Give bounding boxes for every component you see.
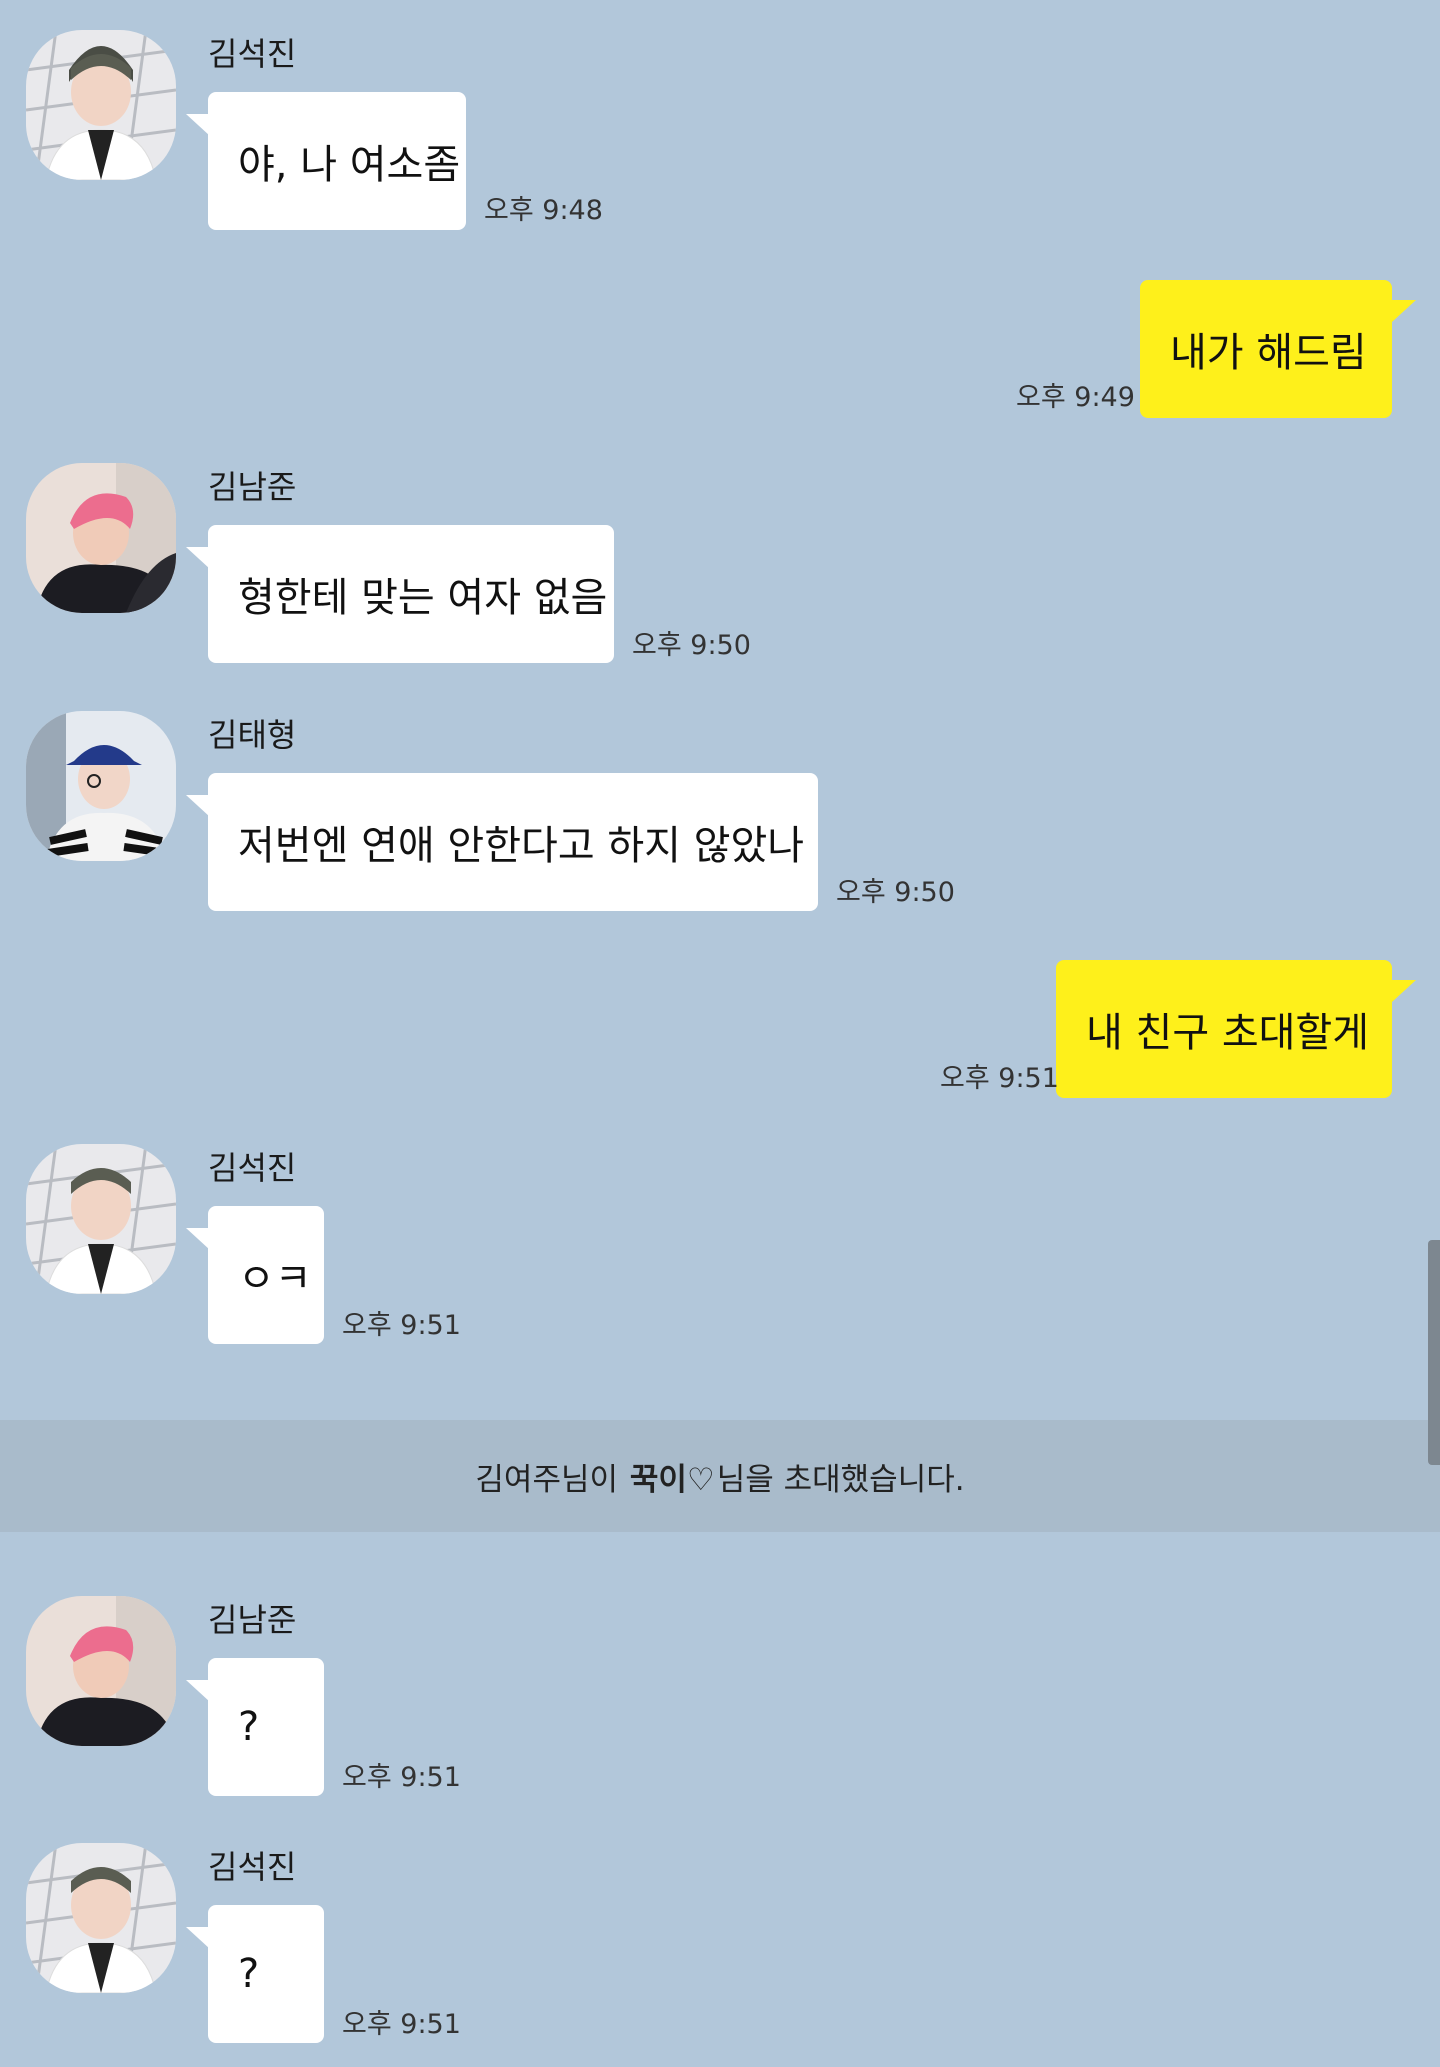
bubble-tail bbox=[186, 1927, 210, 1949]
bubble-tail bbox=[186, 114, 210, 136]
bubble-tail bbox=[186, 795, 210, 817]
sender-name: 김남준 bbox=[208, 1601, 297, 1639]
message-time: 오후 9:50 bbox=[836, 877, 955, 908]
message-time: 오후 9:51 bbox=[342, 2009, 461, 2040]
message-bubble[interactable]: ? bbox=[208, 1658, 324, 1796]
message-bubble[interactable]: 형한테 맞는 여자 없음 bbox=[208, 525, 614, 663]
bubble-tail bbox=[186, 1228, 210, 1250]
sender-name: 김석진 bbox=[208, 35, 297, 73]
message-bubble[interactable]: 내가 해드림 bbox=[1140, 280, 1392, 418]
scrollbar[interactable] bbox=[1428, 1240, 1440, 1465]
avatar-namjoon[interactable] bbox=[26, 463, 176, 613]
sender-name: 김남준 bbox=[208, 468, 297, 506]
system-invite-notice: 김여주님이 꾹이♡ 님을 초대했습니다. bbox=[0, 1420, 1440, 1532]
notice-inviter: 김여주님이 bbox=[475, 1461, 619, 1498]
bubble-tail bbox=[1392, 980, 1416, 1002]
bubble-tail bbox=[186, 547, 210, 569]
bubble-tail bbox=[186, 1680, 210, 1702]
message-bubble[interactable]: ? bbox=[208, 1905, 324, 2043]
avatar-taehyung[interactable] bbox=[26, 711, 176, 861]
message-time: 오후 9:51 bbox=[342, 1762, 461, 1793]
message-bubble[interactable]: 저번엔 연애 안한다고 하지 않았나 bbox=[208, 773, 818, 911]
notice-suffix: 님을 초대했습니다. bbox=[716, 1461, 965, 1498]
message-bubble[interactable]: ㅇㅋ bbox=[208, 1206, 324, 1344]
sender-name: 김석진 bbox=[208, 1848, 297, 1886]
message-time: 오후 9:51 bbox=[342, 1310, 461, 1341]
message-bubble[interactable]: 내 친구 초대할게 bbox=[1056, 960, 1392, 1098]
sender-name: 김태형 bbox=[208, 716, 297, 754]
avatar-namjoon[interactable] bbox=[26, 1596, 176, 1746]
sender-name: 김석진 bbox=[208, 1149, 297, 1187]
message-time: 오후 9:50 bbox=[632, 630, 751, 661]
avatar-seokjin[interactable] bbox=[26, 1843, 176, 1993]
message-bubble[interactable]: 야, 나 여소좀 bbox=[208, 92, 466, 230]
message-time: 오후 9:49 bbox=[1016, 382, 1135, 413]
notice-invitee: 꾹이♡ bbox=[629, 1461, 715, 1498]
avatar-seokjin[interactable] bbox=[26, 1144, 176, 1294]
message-time: 오후 9:48 bbox=[484, 195, 603, 226]
bubble-tail bbox=[1392, 300, 1416, 322]
avatar-seokjin[interactable] bbox=[26, 30, 176, 180]
message-time: 오후 9:51 bbox=[940, 1063, 1059, 1094]
